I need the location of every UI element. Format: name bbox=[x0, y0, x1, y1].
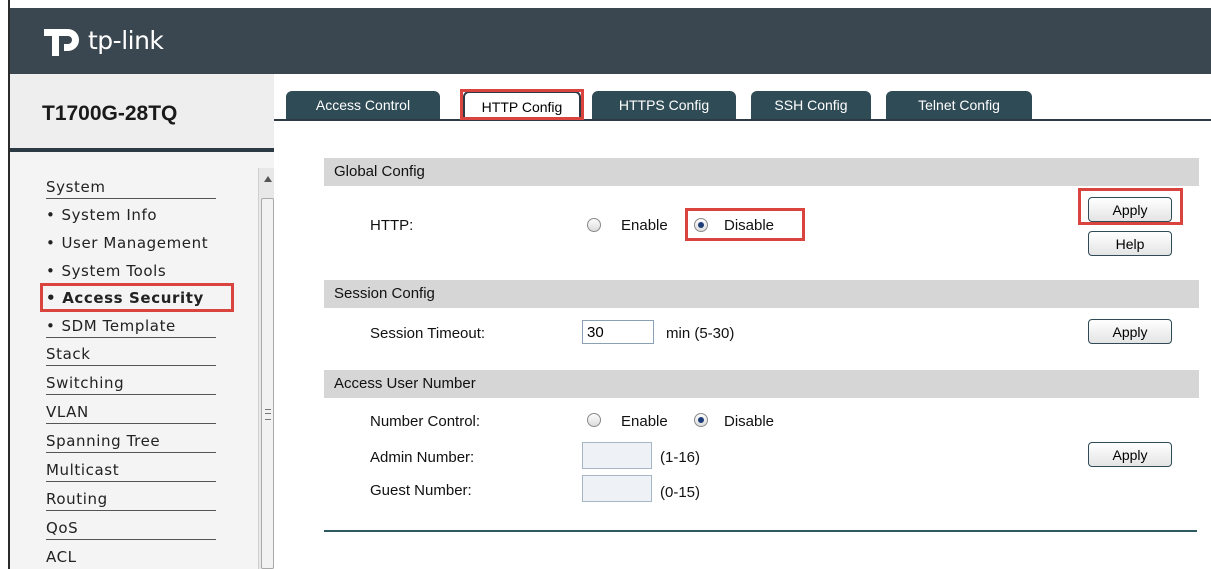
sidebar-item-system-info[interactable]: System Info bbox=[46, 206, 157, 224]
window-margin bbox=[0, 0, 8, 569]
sidebar-item-multicast[interactable]: Multicast bbox=[46, 461, 216, 482]
session-apply-button[interactable]: Apply bbox=[1088, 319, 1172, 344]
scroll-up-arrow-icon[interactable] bbox=[264, 176, 272, 182]
session-timeout-label: Session Timeout: bbox=[370, 325, 486, 342]
sidebar-item-label: System Info bbox=[61, 206, 158, 224]
admin-number-input[interactable] bbox=[582, 442, 652, 469]
admin-number-label: Admin Number: bbox=[370, 449, 475, 466]
session-timeout-range: min (5-30) bbox=[666, 325, 735, 342]
number-control-enable-radio[interactable] bbox=[587, 413, 601, 427]
scrollbar-thumb[interactable] bbox=[261, 198, 274, 569]
sidebar-item-system-tools[interactable]: System Tools bbox=[46, 262, 166, 280]
sidebar-item-switching[interactable]: Switching bbox=[46, 374, 216, 395]
content-bottom-divider bbox=[324, 530, 1197, 532]
sidebar-item-vlan[interactable]: VLAN bbox=[46, 403, 216, 424]
global-apply-highlight bbox=[1078, 188, 1183, 225]
device-model: T1700G-28TQ bbox=[42, 102, 178, 125]
tab-access-control[interactable]: Access Control bbox=[286, 91, 440, 120]
sidebar-item-routing[interactable]: Routing bbox=[46, 490, 216, 511]
sidebar-item-sdm-template[interactable]: SDM Template bbox=[46, 317, 216, 338]
http-label: HTTP: bbox=[370, 217, 414, 234]
number-control-label: Number Control: bbox=[370, 413, 481, 430]
help-button[interactable]: Help bbox=[1088, 231, 1172, 256]
sidebar-nav: System System Info User Management Syste… bbox=[10, 152, 274, 569]
access-user-apply-button[interactable]: Apply bbox=[1088, 442, 1172, 467]
sidebar-item-label: System Tools bbox=[61, 262, 167, 280]
session-timeout-input[interactable] bbox=[582, 320, 654, 344]
number-control-disable-label[interactable]: Disable bbox=[724, 413, 774, 430]
guest-number-range: (0-15) bbox=[660, 484, 701, 501]
tab-telnet-config[interactable]: Telnet Config bbox=[886, 91, 1032, 120]
tab-https-config[interactable]: HTTPS Config bbox=[592, 91, 736, 120]
http-enable-label[interactable]: Enable bbox=[621, 217, 668, 234]
access-user-number-header: Access User Number bbox=[324, 370, 1199, 398]
brand-name: tp-link bbox=[88, 25, 164, 55]
number-control-disable-radio[interactable] bbox=[694, 413, 708, 427]
session-config-header: Session Config bbox=[324, 280, 1199, 308]
brand-logo[interactable]: tp-link bbox=[40, 20, 164, 60]
tabs-underline bbox=[274, 119, 1211, 121]
http-disable-highlight bbox=[685, 208, 805, 241]
main-content: Access Control HTTP Config HTTPS Config … bbox=[274, 74, 1211, 569]
admin-number-range: (1-16) bbox=[660, 449, 701, 466]
number-control-enable-label[interactable]: Enable bbox=[621, 413, 668, 430]
tab-ssh-config[interactable]: SSH Config bbox=[751, 91, 871, 120]
sidebar-item-acl[interactable]: ACL bbox=[46, 548, 77, 566]
tp-link-logo-icon bbox=[44, 29, 79, 56]
guest-number-input[interactable] bbox=[582, 475, 652, 502]
scroll-grip-icon bbox=[265, 409, 271, 420]
top-header: tp-link bbox=[10, 8, 1211, 74]
http-config-tab-highlight bbox=[460, 89, 584, 120]
sidebar-item-system[interactable]: System bbox=[46, 178, 216, 199]
sidebar-item-qos[interactable]: QoS bbox=[46, 519, 216, 540]
global-config-header: Global Config bbox=[324, 158, 1199, 186]
http-enable-radio[interactable] bbox=[587, 218, 601, 232]
guest-number-label: Guest Number: bbox=[370, 482, 472, 499]
sidebar-item-stack[interactable]: Stack bbox=[46, 345, 216, 366]
sidebar-item-label: User Management bbox=[61, 234, 209, 252]
sidebar-item-spanning-tree[interactable]: Spanning Tree bbox=[46, 432, 216, 453]
device-model-bar: T1700G-28TQ bbox=[10, 74, 274, 152]
sidebar-item-label: SDM Template bbox=[61, 317, 176, 335]
access-security-highlight bbox=[40, 283, 234, 312]
sidebar-item-user-management[interactable]: User Management bbox=[46, 234, 208, 252]
